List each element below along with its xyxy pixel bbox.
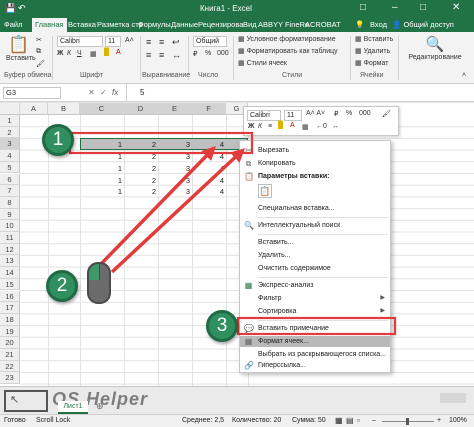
- zoom-level[interactable]: 100%: [449, 415, 467, 427]
- arrow-to-range: [98, 145, 216, 267]
- mouse-divider: [99, 264, 100, 280]
- status-average: Среднее: 2,5: [182, 417, 225, 424]
- cursor-logo-icon: ↖: [10, 394, 20, 406]
- status-scroll-lock: Scroll Lock: [36, 417, 71, 424]
- normal-view-icon[interactable]: ▦: [335, 415, 343, 427]
- step-badge-2: 2: [46, 270, 78, 302]
- mouse-icon: [87, 262, 111, 304]
- status-count: Количество: 20: [232, 417, 282, 424]
- mouse-left-button: [89, 264, 99, 280]
- zoom-in-button[interactable]: +: [437, 415, 441, 427]
- sheet-tabs-bar: ↖ OS Helper Лист1 ⊕: [0, 386, 474, 414]
- status-ready: Готово: [4, 417, 26, 424]
- zoom-slider-thumb[interactable]: [406, 418, 409, 425]
- highlight-format-cells-box: [236, 316, 397, 336]
- step-badge-3: 3: [206, 310, 238, 342]
- arrow-to-menu: [110, 148, 246, 274]
- sheet-tab-1[interactable]: Лист1: [58, 401, 88, 414]
- step-badge-1: 1: [42, 124, 74, 156]
- os-helper-logo-frame: ↖: [4, 390, 48, 412]
- add-sheet-icon[interactable]: ⊕: [96, 401, 104, 412]
- annotation-layer: [49, 131, 397, 336]
- status-sum: Сумма: 50: [292, 417, 326, 424]
- status-bar: Готово Scroll Lock Среднее: 2,5 Количест…: [0, 414, 474, 427]
- zoom-out-button[interactable]: –: [372, 415, 376, 427]
- page-break-view-icon[interactable]: ▫: [357, 415, 360, 427]
- page-layout-view-icon[interactable]: ▤: [346, 415, 354, 427]
- highlight-range-box: [68, 131, 254, 155]
- horizontal-scrollbar[interactable]: [440, 393, 466, 403]
